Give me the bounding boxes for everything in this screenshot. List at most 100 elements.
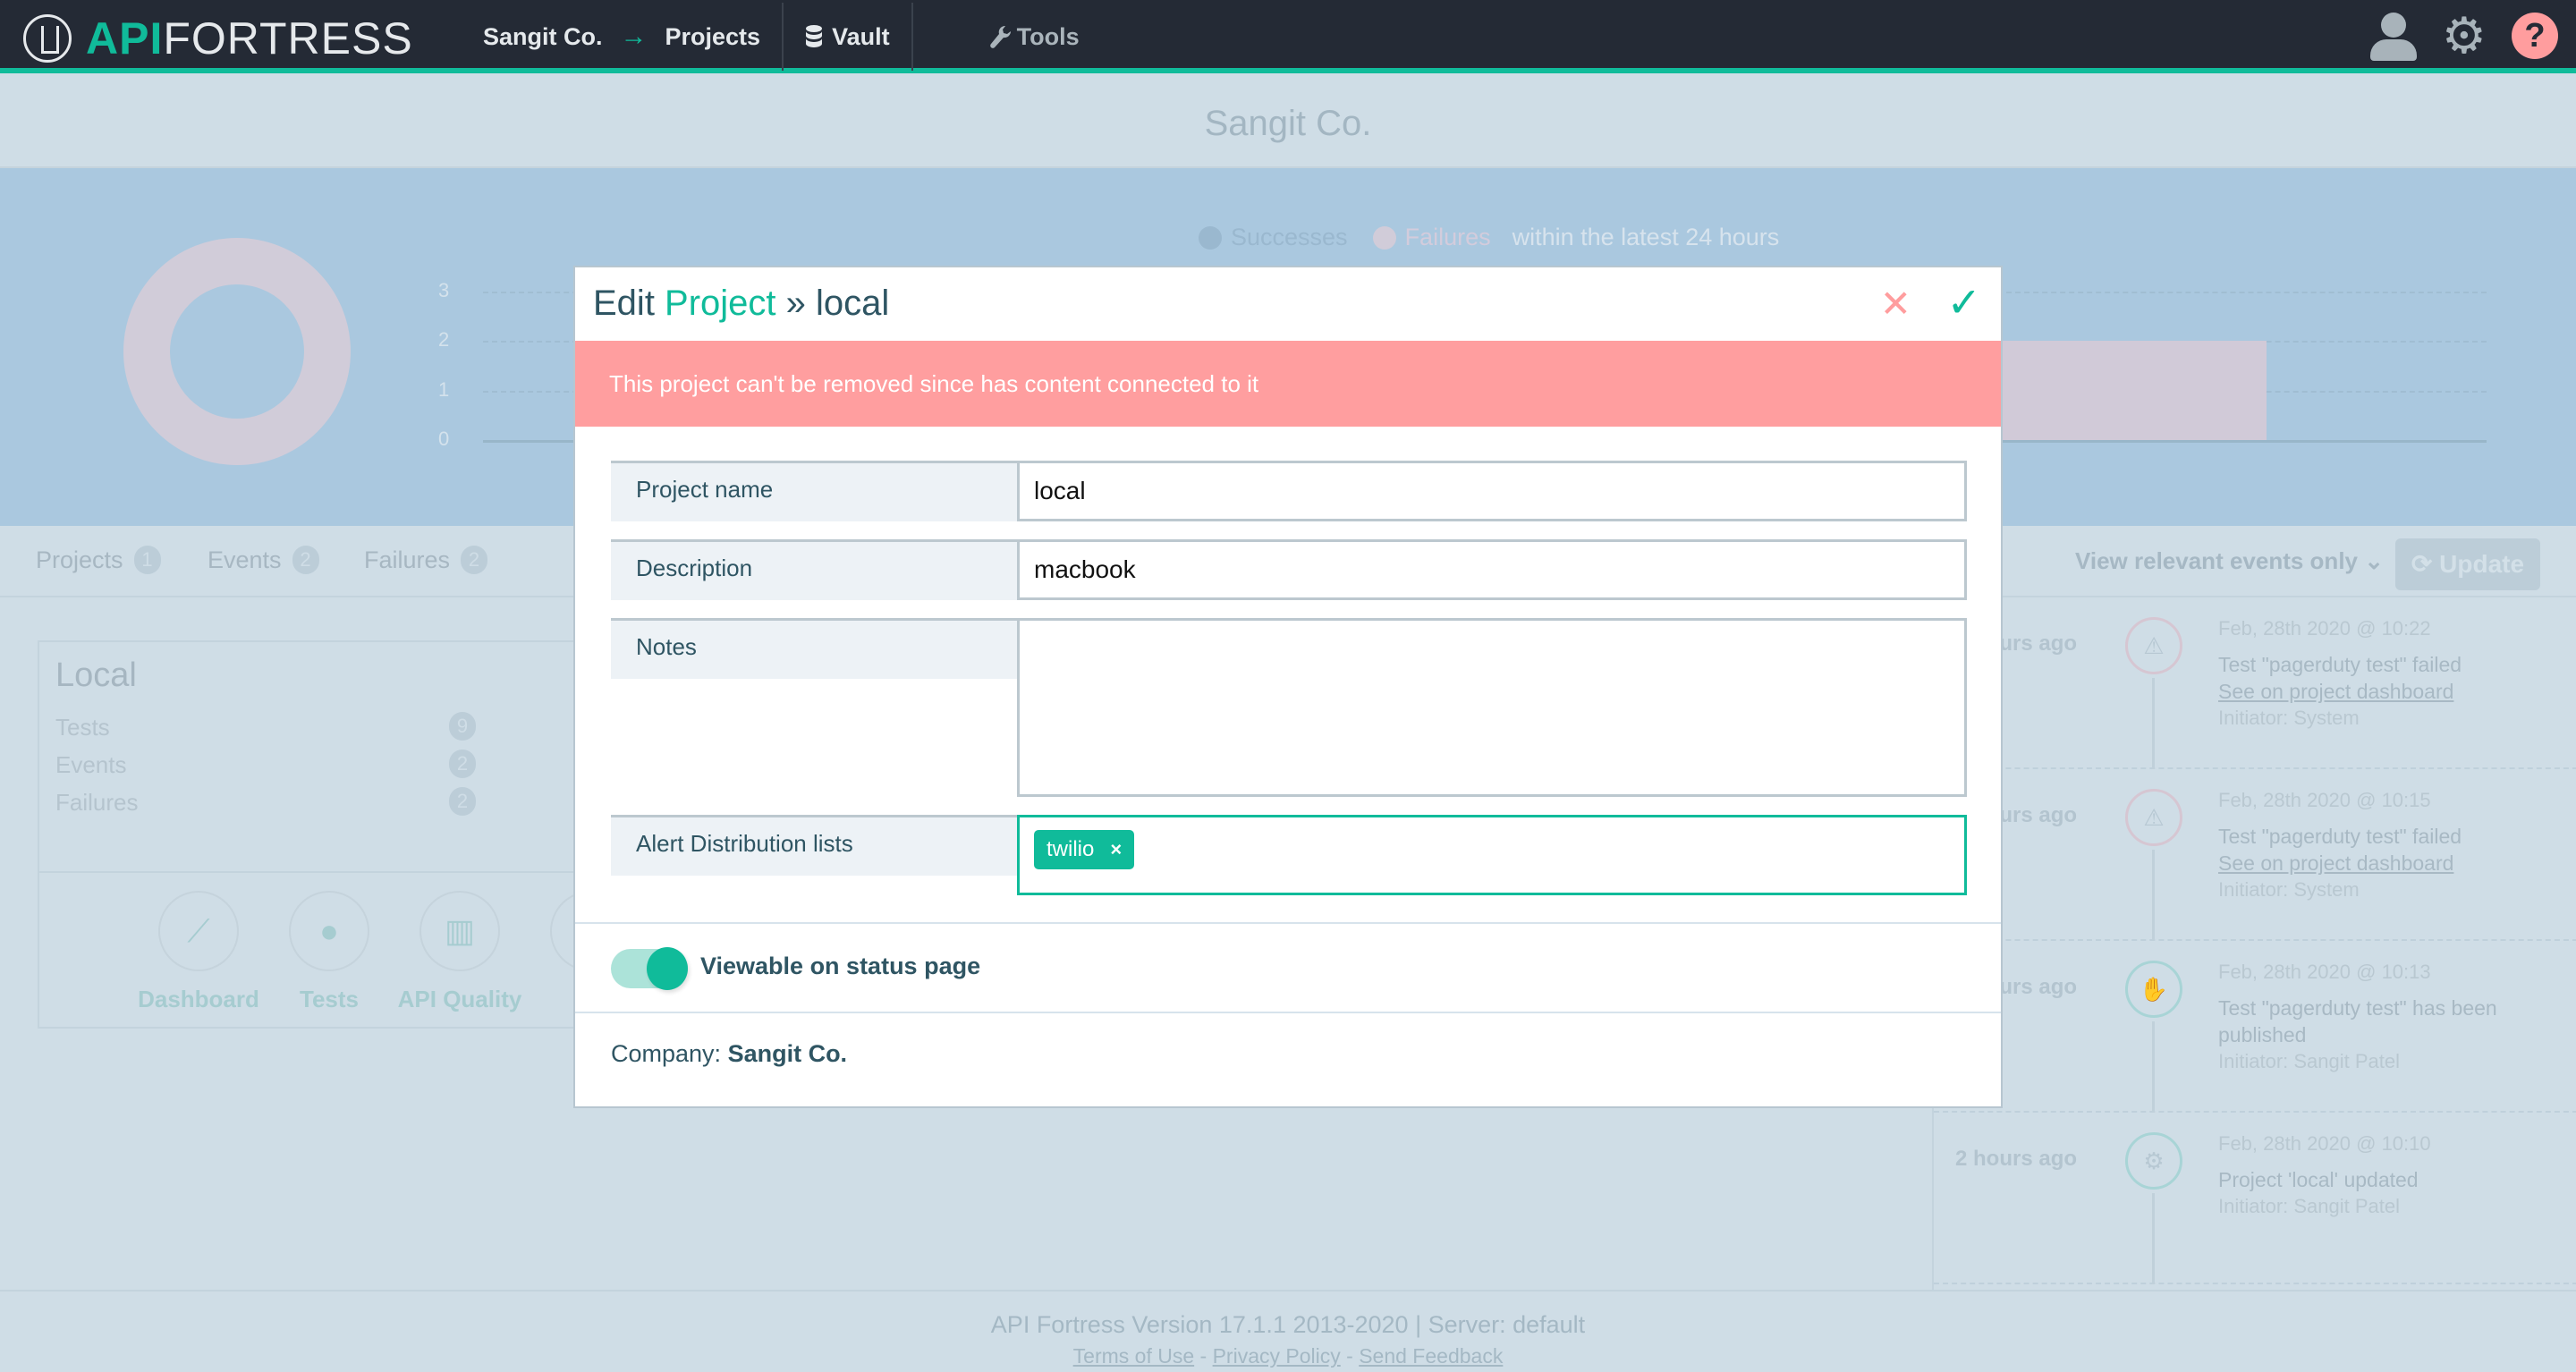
action-api-quality[interactable]: ▥ API Quality — [397, 891, 522, 1013]
breadcrumb-company[interactable]: Sangit Co. — [465, 23, 621, 51]
alert-lists-label: Alert Distribution lists — [611, 815, 1017, 876]
count-badge: 2 — [449, 750, 476, 778]
confirm-check-icon[interactable]: ✓ — [1946, 278, 1981, 326]
timeline-event: 2 hours ago ✋ Feb, 28th 2020 @ 10:13 Test "… — [1934, 941, 2576, 1113]
count-badge: 2 — [449, 787, 476, 816]
api-fortress-logo[interactable]: APIFORTRESS — [23, 13, 413, 64]
description-label: Description — [611, 539, 1017, 600]
update-button[interactable]: ⟳ Update — [2395, 538, 2540, 590]
refresh-icon: ⟳ — [2411, 550, 2433, 578]
event-initiator: Initiator: System — [2218, 707, 2360, 729]
action-label: API Quality — [397, 986, 522, 1012]
tab-failures[interactable]: Failures 2 — [364, 546, 488, 574]
viewable-toggle[interactable] — [611, 947, 688, 990]
action-dashboard[interactable]: ⟋ Dashboard — [136, 891, 261, 1013]
timeline-event: 2 hours ago ⚠ Feb, 28th 2020 @ 10:22 Test "… — [1934, 597, 2576, 769]
tab-projects[interactable]: Projects 1 — [36, 546, 161, 574]
project-dashboard-link[interactable]: See on project dashboard — [2218, 678, 2540, 705]
view-filter-label: View relevant events only — [2075, 547, 2358, 574]
alert-lists-input[interactable]: twilio × — [1017, 815, 1967, 895]
chart-legend: Successes Failures within the latest 24 … — [1199, 224, 1779, 251]
event-message: Test "pagerduty test" failed See on proje… — [2218, 823, 2540, 903]
tag-chip[interactable]: twilio × — [1034, 830, 1135, 869]
vault-label: Vault — [832, 22, 890, 50]
bar-chart-icon: ▥ — [419, 891, 500, 971]
notes-label: Notes — [611, 618, 1017, 679]
version-info: API Fortress Version 17.1.1 2013-2020 | … — [990, 1311, 1586, 1338]
wrench-icon — [989, 26, 1011, 48]
event-initiator: Initiator: Sangit Patel — [2218, 1195, 2401, 1217]
event-initiator: Initiator: System — [2218, 878, 2360, 901]
count-badge: 2 — [292, 546, 319, 574]
timeline-event: 2 hours ago ⚙ Feb, 28th 2020 @ 10:10 Projec… — [1934, 1113, 2576, 1284]
event-message: Project 'local' updated Initiator: Sangit… — [2218, 1166, 2540, 1220]
project-name-input[interactable] — [1017, 461, 1967, 521]
timeline-connector — [2152, 1021, 2155, 1113]
chevron-down-icon: ⌄ — [2364, 547, 2385, 574]
count-badge: 1 — [133, 546, 161, 574]
y-tick-label: 2 — [438, 328, 450, 351]
chart-line-icon: ⟋ — [158, 891, 239, 971]
title-prefix: Edit — [593, 284, 665, 323]
event-initiator: Initiator: Sangit Patel — [2218, 1050, 2401, 1072]
nav-divider — [782, 3, 784, 71]
chip-label: twilio — [1046, 837, 1095, 861]
gears-icon: ⚙ — [2125, 1132, 2182, 1190]
project-dashboard-link[interactable]: See on project dashboard — [2218, 850, 2540, 877]
tab-label: Failures — [364, 546, 451, 573]
nav-tools[interactable]: Tools — [917, 23, 1151, 51]
event-text: Test "pagerduty test" has been published — [2218, 996, 2497, 1046]
breadcrumb: Sangit Co. → Projects Vault Tools — [465, 0, 1151, 73]
toggle-knob — [647, 947, 688, 990]
edit-project-modal: Edit Project » local ✕ ✓ This project ca… — [573, 266, 2003, 1108]
view-filter-dropdown[interactable]: View relevant events only ⌄ — [2075, 547, 2384, 575]
privacy-link[interactable]: Privacy Policy — [1213, 1344, 1341, 1368]
event-message: Test "pagerduty test" failed See on proje… — [2218, 651, 2540, 732]
doctor-icon: ● — [289, 891, 369, 971]
warning-icon: ⚠ — [2125, 617, 2182, 674]
footer-links: Terms of Use - Privacy Policy - Send Fee… — [0, 1344, 2576, 1368]
project-card: Local Tests 9 Events 2 Failures 2 ⟋ Dashboar… — [38, 640, 664, 1029]
legend-successes[interactable]: Successes — [1231, 224, 1348, 251]
gear-icon[interactable]: ⚙ — [2442, 11, 2487, 61]
stat-label: Tests — [55, 714, 110, 741]
modal-header: Edit Project » local ✕ ✓ — [575, 267, 2001, 341]
feedback-link[interactable]: Send Feedback — [1359, 1344, 1503, 1368]
timeline-connector — [2152, 850, 2155, 941]
event-timestamp: Feb, 28th 2020 @ 10:10 — [2218, 1132, 2431, 1155]
project-card-title[interactable]: Local — [55, 656, 137, 695]
timeline-connector — [2152, 678, 2155, 769]
nav-vault[interactable]: Vault — [787, 23, 908, 51]
modal-divider — [575, 922, 2001, 924]
link-separator: - — [1340, 1344, 1360, 1368]
close-icon[interactable]: ✕ — [1880, 282, 1911, 326]
legend-note: within the latest 24 hours — [1512, 224, 1780, 250]
breadcrumb-projects[interactable]: Projects — [648, 23, 779, 51]
stat-tests: Tests 9 — [55, 712, 476, 741]
y-tick-label: 3 — [438, 279, 450, 301]
company-info: Company: Sangit Co. — [611, 1040, 847, 1068]
donut-chart — [123, 238, 351, 465]
user-icon[interactable] — [2369, 11, 2417, 61]
terms-link[interactable]: Terms of Use — [1073, 1344, 1194, 1368]
fortress-logo-icon — [23, 14, 72, 63]
action-label: Dashboard — [138, 986, 259, 1012]
title-accent: Project — [665, 284, 776, 323]
description-input[interactable] — [1017, 539, 1967, 600]
events-timeline: 2 hours ago ⚠ Feb, 28th 2020 @ 10:22 Test "… — [1932, 597, 2576, 1290]
card-divider — [39, 871, 662, 873]
event-text: Test "pagerduty test" failed — [2218, 653, 2462, 676]
count-badge: 9 — [449, 712, 476, 741]
notes-textarea[interactable] — [1017, 618, 1967, 797]
help-icon[interactable]: ? — [2512, 13, 2558, 59]
y-tick-label: 1 — [438, 377, 450, 401]
legend-failures[interactable]: Failures — [1405, 224, 1491, 251]
legend-successes-dot — [1199, 225, 1222, 250]
tab-events[interactable]: Events 2 — [208, 546, 319, 574]
y-tick-label: 0 — [438, 428, 450, 450]
action-tests[interactable]: ● Tests — [267, 891, 392, 1013]
event-relative-time: 2 hours ago — [1955, 1147, 2078, 1171]
remove-tag-icon[interactable]: × — [1110, 838, 1122, 861]
logo-text: APIFORTRESS — [86, 13, 413, 64]
stat-events: Events 2 — [55, 750, 476, 779]
